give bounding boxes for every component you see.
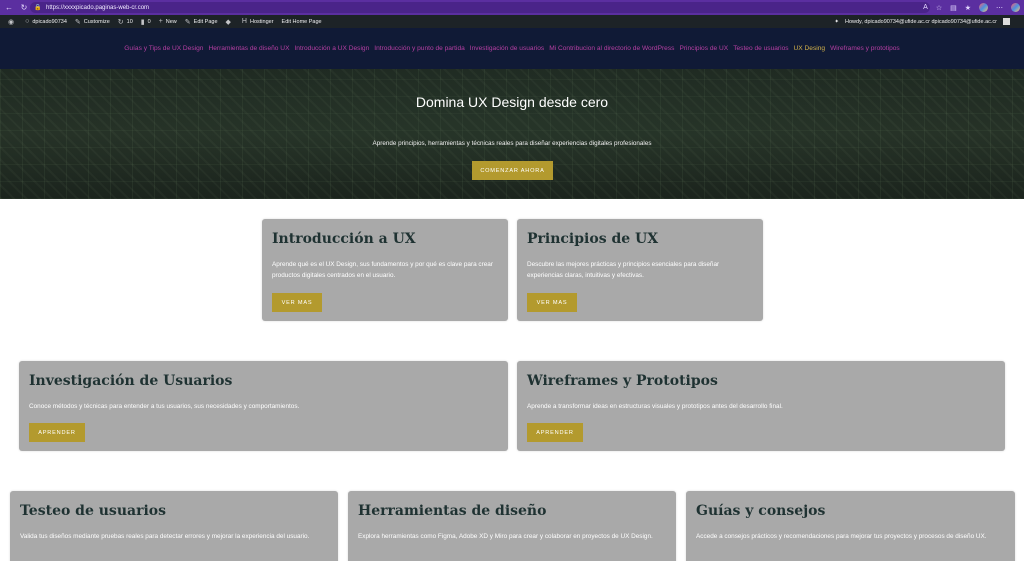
hostinger-label: Hostinger — [249, 18, 274, 25]
card-title: Herramientas de diseño — [358, 503, 547, 519]
start-now-button[interactable]: COMENZAR AHORA — [472, 161, 553, 180]
edit-page-link[interactable]: ✎ Edit Page — [185, 18, 218, 26]
hostinger-icon: H — [241, 18, 247, 25]
customize-label: Customize — [83, 18, 110, 25]
copilot-icon[interactable] — [1011, 3, 1020, 12]
menu-item[interactable]: Introducción y punto de partida — [374, 45, 465, 52]
card-title: Wireframes y Prototipos — [527, 373, 718, 389]
site-name: dpicado90734 — [32, 18, 67, 25]
card-title: Guías y consejos — [696, 503, 826, 519]
card-description: Accede a consejos prácticos y recomendac… — [696, 533, 987, 540]
updates-link[interactable]: ↻ 10 — [118, 18, 133, 26]
card-introduccion: Introducción a UX Aprende qué es el UX D… — [262, 219, 508, 321]
edit-home-link[interactable]: Edit Home Page — [282, 19, 322, 25]
browser-toolbar: ← ↻ 🔒 https://xxxxpicado.paginas-web-cr.… — [0, 0, 1024, 15]
comments-count: 0 — [147, 18, 151, 25]
card-wireframes: Wireframes y Prototipos Aprende a transf… — [517, 361, 1005, 451]
ai-sparkle-icon[interactable]: ✦ — [834, 19, 839, 25]
card-guias: Guías y consejos Accede a consejos práct… — [686, 491, 1015, 561]
card-testeo: Testeo de usuarios Valida tus diseños me… — [10, 491, 338, 561]
menu-item[interactable]: UX Desing — [794, 45, 826, 52]
updates-count: 10 — [126, 18, 133, 25]
aprender-button[interactable]: APRENDER — [527, 423, 583, 442]
menu-item[interactable]: Introducción a UX Design — [294, 45, 369, 52]
card-description: Conoce métodos y técnicas para entender … — [29, 403, 300, 410]
card-title: Investigación de Usuarios — [29, 373, 233, 389]
card-title: Introducción a UX — [272, 231, 416, 247]
favorite-icon[interactable]: ☆ — [936, 4, 942, 12]
card-description: Descubre las mejores prácticas y princip… — [527, 261, 720, 279]
hero-section: Domina UX Design desde cero Aprende prin… — [0, 69, 1024, 199]
new-content-link[interactable]: + New — [159, 18, 177, 25]
back-icon[interactable]: ← — [3, 2, 15, 14]
more-icon[interactable]: ⋯ — [996, 4, 1003, 12]
card-description: Explora herramientas como Figma, Adobe X… — [358, 533, 653, 540]
browser-actions: A ☆ ▤ ★ ⋯ — [923, 2, 1020, 13]
customize-link[interactable]: ✎ Customize — [75, 18, 110, 26]
diamond-icon: ◆ — [225, 18, 231, 26]
ver-mas-button[interactable]: VER MAS — [527, 293, 577, 312]
card-description: Aprende a transformar ideas en estructur… — [527, 403, 783, 410]
theme-builder-link[interactable]: ◆ — [226, 18, 234, 26]
read-aloud-icon[interactable]: A — [923, 4, 928, 11]
user-avatar[interactable] — [1003, 18, 1010, 25]
address-bar[interactable]: 🔒 https://xxxxpicado.paginas-web-cr.com — [30, 2, 930, 13]
hero-title: Domina UX Design desde cero — [415, 94, 609, 110]
hero-subtitle: Aprende principios, herramientas y técni… — [372, 140, 652, 147]
menu-item[interactable]: Wireframes y prototipos — [830, 45, 900, 52]
wordpress-menu[interactable]: ◉ — [8, 18, 17, 26]
edit-home-label: Edit Home Page — [281, 18, 322, 25]
menu-item[interactable]: Guías y Tips de UX Design — [124, 45, 203, 52]
new-label: New — [165, 18, 177, 25]
main-navigation: Guías y Tips de UX Design Herramientas de… — [124, 45, 899, 52]
site-name-link[interactable]: ○ dpicado90734 — [25, 18, 67, 25]
card-herramientas: Herramientas de diseño Explora herramien… — [348, 491, 676, 561]
comments-link[interactable]: ▮ 0 — [141, 18, 151, 26]
pencil-icon: ✎ — [184, 18, 191, 26]
menu-item[interactable]: Principios de UX — [679, 45, 728, 52]
card-title: Principios de UX — [527, 231, 659, 247]
menu-item[interactable]: Mi Contribucion al directorio de WordPre… — [549, 45, 674, 52]
updates-icon: ↻ — [117, 18, 124, 26]
card-title: Testeo de usuarios — [20, 503, 166, 519]
menu-item[interactable]: Herramientas de diseño UX — [208, 45, 289, 52]
admin-bar-right: ✦ Howdy, dpicado90734@ufide.ac.cr dpicad… — [834, 18, 1010, 25]
comment-icon: ▮ — [140, 18, 145, 26]
extensions-icon[interactable]: ▤ — [950, 4, 957, 12]
card-description: Valida tus diseños mediante pruebas real… — [20, 533, 310, 540]
wordpress-logo-icon: ◉ — [8, 18, 15, 26]
aprender-button[interactable]: APRENDER — [29, 423, 85, 442]
menu-item[interactable]: Testeo de usuarios — [733, 45, 788, 52]
profile-avatar-icon[interactable] — [979, 3, 988, 12]
howdy-label[interactable]: Howdy, dpicado90734@ufide.ac.cr dpicado9… — [845, 19, 997, 25]
edit-page-label: Edit Page — [193, 18, 218, 25]
brush-icon: ✎ — [74, 18, 81, 26]
plus-icon: + — [158, 18, 163, 25]
site-header: Guías y Tips de UX Design Herramientas de… — [0, 28, 1024, 69]
hostinger-link[interactable]: H Hostinger — [242, 18, 274, 25]
card-principios: Principios de UX Descubre las mejores pr… — [517, 219, 763, 321]
reload-icon[interactable]: ↻ — [18, 2, 30, 14]
wp-admin-bar: ◉ ○ dpicado90734 ✎ Customize ↻ 10 ▮ 0 + New ✎… — [0, 15, 1024, 28]
card-investigacion: Investigación de Usuarios Conoce métodos… — [19, 361, 508, 451]
menu-item[interactable]: Investigación de usuarios — [470, 45, 544, 52]
lock-icon: 🔒 — [34, 4, 42, 11]
favorites-icon[interactable]: ★ — [965, 4, 971, 12]
card-description: Aprende qué es el UX Design, sus fundame… — [272, 261, 493, 279]
ver-mas-button[interactable]: VER MAS — [272, 293, 322, 312]
dashboard-icon: ○ — [25, 18, 30, 25]
url-text: https://xxxxpicado.paginas-web-cr.com — [46, 4, 150, 11]
